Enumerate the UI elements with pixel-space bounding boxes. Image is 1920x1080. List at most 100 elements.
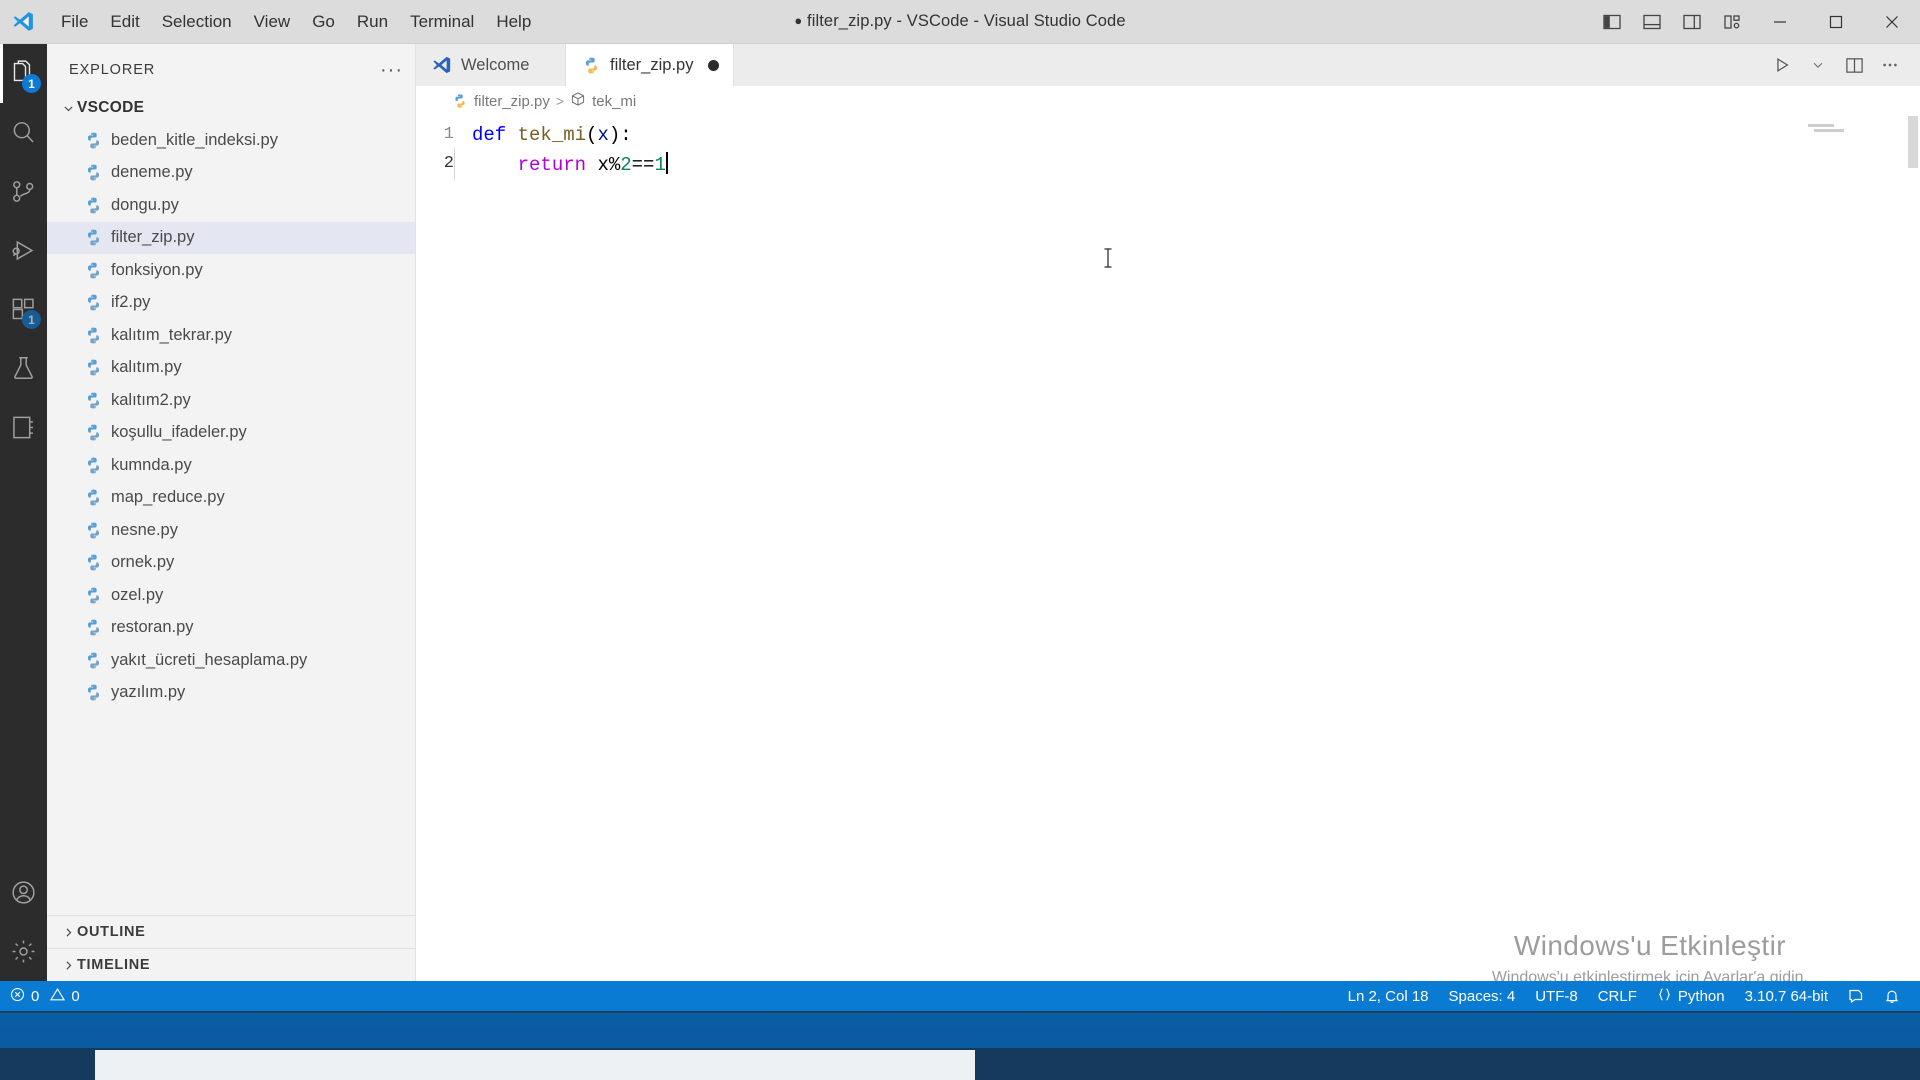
symbol-method-icon [570,91,586,111]
file-tree-item[interactable]: kalıtım_tekrar.py [47,319,415,352]
file-name: if2.py [111,293,151,312]
window-title-text: filter_zip.py - VSCode - Visual Studio C… [807,12,1126,30]
file-tree-item[interactable]: restoran.py [47,612,415,645]
status-cursor-position[interactable]: Ln 2, Col 18 [1338,981,1439,1011]
activitybar-item-run-and-debug[interactable] [0,221,47,280]
taskbar-active-window[interactable] [95,1050,975,1080]
minimap[interactable] [1808,116,1898,981]
maximize-button[interactable] [1808,0,1864,44]
minimize-button[interactable] [1752,0,1808,44]
toggle-secondary-sidebar-icon[interactable] [1672,0,1712,44]
file-tree-item[interactable]: ozel.py [47,579,415,612]
folder-row-vscode[interactable]: VSCODE [47,92,415,124]
split-editor-icon[interactable] [1838,49,1870,81]
scrollbar-thumb[interactable] [1908,116,1918,168]
feedback-icon[interactable] [1838,981,1874,1011]
code-token: tek_mi [517,123,587,146]
chevron-down-icon[interactable] [1802,49,1834,81]
tab-filter-zip-py[interactable]: filter_zip.py [566,44,735,86]
windows-taskbar[interactable] [0,1048,1920,1080]
code-token: 2 [620,153,632,176]
code-token: x [597,123,609,146]
braces-icon [1657,987,1672,1006]
menu-item-go[interactable]: Go [301,7,346,37]
tab-welcome[interactable]: Welcome [416,44,566,86]
file-tree-item[interactable]: fonksiyon.py [47,254,415,287]
activitybar-item-explorer[interactable]: 1 [0,44,47,103]
windows-activation-watermark: Windows'u Etkinleştir Windows'u etkinleş… [1492,930,1808,981]
code-line[interactable]: 1 def tek_mi(x): [416,120,1920,149]
error-icon [10,987,25,1006]
activitybar-item-accounts[interactable] [0,863,47,922]
code-token: % [608,153,621,176]
menu-item-terminal[interactable]: Terminal [399,7,485,37]
workbench-body: 1 1 EXPLORER ··· VSCODE beden_kitle_inde… [0,44,1920,981]
file-tree-item[interactable]: deneme.py [47,157,415,190]
file-tree-item[interactable]: yakıt_ücreti_hesaplama.py [47,644,415,677]
file-tree-item[interactable]: ornek.py [47,547,415,580]
activitybar-item-source-control[interactable] [0,162,47,221]
file-tree-item[interactable]: beden_kitle_indeksi.py [47,124,415,157]
status-indentation[interactable]: Spaces: 4 [1439,981,1526,1011]
menu-item-file[interactable]: File [50,7,99,37]
file-tree-item[interactable]: kalıtım.py [47,352,415,385]
toggle-primary-sidebar-icon[interactable] [1592,0,1632,44]
file-tree-item[interactable]: yazılım.py [47,677,415,710]
status-python-interpreter[interactable]: 3.10.7 64-bit [1735,981,1838,1011]
sidebar-more-actions-icon[interactable]: ··· [380,60,403,80]
activitybar-item-search[interactable] [0,103,47,162]
code-line[interactable]: 2 return x%2==1 [416,147,1920,180]
sidebar-section-outline[interactable]: OUTLINE [47,915,415,948]
file-tree-item[interactable]: if2.py [47,287,415,320]
play-icon[interactable] [1766,49,1798,81]
file-tree-item[interactable]: nesne.py [47,514,415,547]
activitybar-item-notebook[interactable] [0,398,47,457]
text-caret [665,151,668,174]
code-line-text[interactable]: return x%2==1 [454,147,668,180]
file-name: nesne.py [111,520,178,539]
customize-layout-icon[interactable] [1712,0,1752,44]
ellipsis-icon[interactable] [1874,49,1906,81]
explorer-sidebar: EXPLORER ··· VSCODE beden_kitle_indeksi.… [47,44,416,981]
python-icon [81,131,105,150]
menu-item-run[interactable]: Run [346,7,399,37]
tab-dirty-indicator[interactable] [708,59,720,71]
python-icon [81,553,105,572]
file-tree-item[interactable]: koşullu_ifadeler.py [47,417,415,450]
file-tree-item[interactable]: filter_zip.py [47,221,415,254]
bell-icon[interactable] [1874,981,1910,1011]
file-tree-item[interactable]: kalıtım2.py [47,384,415,417]
file-tree-item[interactable]: map_reduce.py [47,482,415,515]
status-problems[interactable]: 0 0 [0,981,90,1011]
status-encoding[interactable]: UTF-8 [1525,981,1588,1011]
status-language-mode[interactable]: Python [1647,981,1735,1011]
code-token: == [631,153,655,176]
file-name: ozel.py [111,585,164,604]
code-line-text[interactable]: def tek_mi(x): [472,124,632,146]
python-icon [81,261,105,280]
editor-group: Welcome filter_zip.py filter_zip.py > te… [416,44,1920,981]
status-eol[interactable]: CRLF [1588,981,1647,1011]
breadcrumb-file[interactable]: filter_zip.py [452,93,550,110]
file-name: fonksiyon.py [111,260,203,279]
file-tree-item[interactable]: kumnda.py [47,449,415,482]
code-editor[interactable]: 1 def tek_mi(x): 2 return x%2==1 Windows'u… [416,116,1920,981]
sidebar-section-timeline[interactable]: TIMELINE [47,948,415,981]
activitybar-item-testing[interactable] [0,339,47,398]
file-tree-item[interactable]: dongu.py [47,189,415,222]
title-bar: File Edit Selection View Go Run Terminal… [0,0,1920,44]
menu-item-selection[interactable]: Selection [151,7,243,37]
menu-item-view[interactable]: View [243,7,302,37]
close-button[interactable] [1864,0,1920,44]
breadcrumb-symbol[interactable]: tek_mi [570,91,636,111]
menu-item-help[interactable]: Help [485,7,542,37]
toggle-panel-icon[interactable] [1632,0,1672,44]
editor-scrollbar[interactable] [1906,116,1920,981]
activitybar-item-settings[interactable] [0,922,47,981]
file-tree[interactable]: VSCODE beden_kitle_indeksi.py deneme.py do… [47,88,415,915]
python-icon [81,423,105,442]
python-icon [81,196,105,215]
activitybar-item-extensions[interactable]: 1 [0,280,47,339]
menu-item-edit[interactable]: Edit [99,7,150,37]
